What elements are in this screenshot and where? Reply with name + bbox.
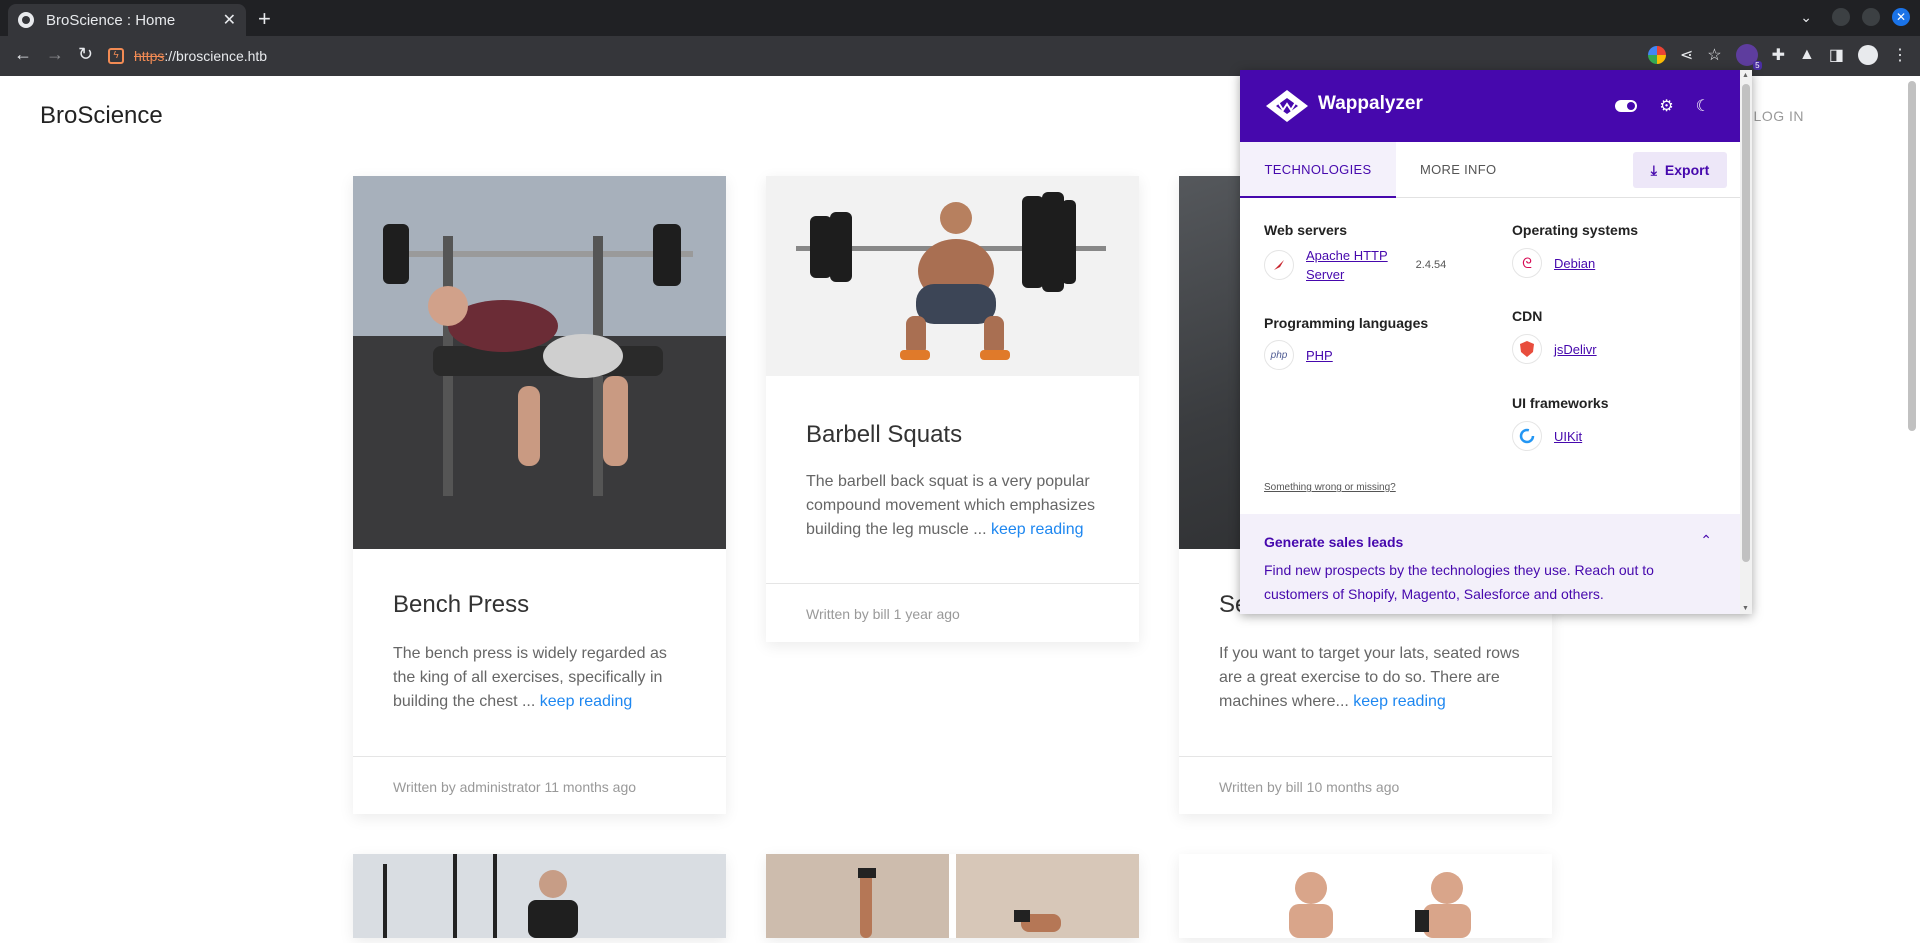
tech-name-line1: Apache HTTP bbox=[1306, 248, 1388, 263]
category-operating-systems: Operating systems bbox=[1512, 222, 1639, 238]
category-ui-frameworks: UI frameworks bbox=[1512, 395, 1609, 411]
tech-apache[interactable]: Apache HTTP Server 2.4.54 bbox=[1264, 246, 1446, 284]
extensions-puzzle-icon[interactable]: ✚ bbox=[1772, 45, 1785, 65]
tab-more-info[interactable]: MORE INFO bbox=[1420, 142, 1496, 198]
post-title[interactable]: Barbell Squats bbox=[806, 421, 962, 449]
site-brand[interactable]: BroScience bbox=[40, 102, 163, 130]
toolbar-icons: ⋖ ☆ 5 ✚ ▲ ◨ ⋮ bbox=[1647, 44, 1908, 70]
post-excerpt: The barbell back squat is a very popular… bbox=[806, 470, 1116, 542]
side-panel-icon[interactable]: ◨ bbox=[1829, 45, 1844, 65]
wappalyzer-title: Wappalyzer bbox=[1318, 93, 1423, 114]
php-icon: php bbox=[1264, 340, 1294, 370]
profile-avatar[interactable] bbox=[1858, 45, 1878, 65]
tab-search-icon[interactable]: ⌄ bbox=[1800, 9, 1812, 26]
something-wrong-link[interactable]: Something wrong or missing? bbox=[1264, 482, 1396, 493]
category-cdn: CDN bbox=[1512, 308, 1543, 324]
flask-icon[interactable]: ▲ bbox=[1799, 46, 1815, 64]
post-footer: Written by administrator 11 months ago bbox=[353, 756, 726, 814]
forward-icon[interactable]: → bbox=[46, 44, 64, 65]
keep-reading-link[interactable]: keep reading bbox=[1353, 693, 1446, 710]
export-label: Export bbox=[1664, 162, 1710, 178]
barbell-squats-image bbox=[766, 176, 1139, 376]
tech-uikit[interactable]: UIKit bbox=[1512, 421, 1582, 451]
post-card-image-gym[interactable] bbox=[353, 854, 726, 938]
wappalyzer-popup: Wappalyzer ⚙ ☾ TECHNOLOGIES MORE INFO ⤓ … bbox=[1240, 70, 1752, 614]
browser-tab[interactable]: BroScience : Home ✕ bbox=[8, 4, 246, 36]
login-link[interactable]: LOG IN bbox=[1754, 108, 1804, 124]
tech-name[interactable]: jsDelivr bbox=[1554, 340, 1597, 359]
tech-php[interactable]: php PHP bbox=[1264, 340, 1333, 370]
tech-version: 2.4.54 bbox=[1415, 259, 1447, 271]
browser-tab-bar: BroScience : Home ✕ + ⌄ ✕ bbox=[0, 0, 1920, 36]
post-card-barbell-squats: Barbell Squats The barbell back squat is… bbox=[766, 176, 1139, 642]
tech-debian[interactable]: ᘓ Debian bbox=[1512, 248, 1595, 278]
extension-badge: 5 bbox=[1753, 61, 1762, 70]
category-programming-languages: Programming languages bbox=[1264, 315, 1429, 331]
post-excerpt: The bench press is widely regarded as th… bbox=[393, 642, 693, 714]
post-card-image-curl[interactable] bbox=[1179, 854, 1552, 938]
tech-name-line2: Server bbox=[1306, 267, 1345, 282]
post-card-image-dumbbell-fly[interactable] bbox=[766, 854, 1139, 938]
debian-swirl-icon: ᘓ bbox=[1512, 248, 1542, 278]
post-card-bench-press: Bench Press The bench press is widely re… bbox=[353, 176, 726, 814]
post-footer: Written by bill 10 months ago bbox=[1179, 756, 1552, 814]
tech-name[interactable]: UIKit bbox=[1554, 427, 1582, 446]
bench-press-image bbox=[353, 176, 726, 549]
chevron-up-icon[interactable]: ⌃ bbox=[1700, 532, 1712, 549]
tech-name[interactable]: PHP bbox=[1306, 346, 1333, 365]
download-icon: ⤓ bbox=[1650, 161, 1657, 178]
tech-name[interactable]: Apache HTTP Server bbox=[1306, 246, 1388, 284]
bookmark-star-icon[interactable]: ☆ bbox=[1707, 45, 1721, 65]
jsdelivr-shield-icon bbox=[1512, 334, 1542, 364]
minimize-button[interactable] bbox=[1832, 8, 1850, 26]
tab-technologies[interactable]: TECHNOLOGIES bbox=[1240, 142, 1396, 198]
keep-reading-link[interactable]: keep reading bbox=[540, 693, 633, 710]
new-tab-button[interactable]: + bbox=[258, 6, 271, 32]
post-title[interactable]: Bench Press bbox=[393, 591, 529, 619]
settings-gear-icon[interactable]: ⚙ bbox=[1659, 96, 1673, 116]
popup-scrollbar[interactable]: ▲ ▼ bbox=[1740, 70, 1752, 614]
scroll-thumb[interactable] bbox=[1908, 81, 1916, 431]
window-controls: ⌄ ✕ bbox=[1800, 8, 1910, 26]
post-excerpt: If you want to target your lats, seated … bbox=[1219, 642, 1529, 714]
keep-reading-link[interactable]: keep reading bbox=[991, 521, 1084, 538]
wappalyzer-header-icons: ⚙ ☾ bbox=[1615, 96, 1710, 116]
popup-scroll-thumb[interactable] bbox=[1742, 84, 1750, 562]
leads-text: Find new prospects by the technologies t… bbox=[1264, 562, 1654, 602]
menu-icon[interactable]: ⋮ bbox=[1892, 45, 1908, 65]
sales-leads-panel: Generate sales leads ⌃ Find new prospect… bbox=[1240, 514, 1740, 614]
page-scrollbar[interactable] bbox=[1908, 81, 1918, 431]
reload-icon[interactable]: ↻ bbox=[78, 44, 93, 65]
globe-icon bbox=[18, 12, 34, 28]
dark-mode-moon-icon[interactable]: ☾ bbox=[1696, 96, 1710, 116]
wappalyzer-extension-icon[interactable]: 5 bbox=[1735, 44, 1762, 70]
tab-close-icon[interactable]: ✕ bbox=[223, 10, 236, 30]
scroll-up-arrow-icon[interactable]: ▲ bbox=[1742, 72, 1749, 79]
tab-title: BroScience : Home bbox=[46, 11, 176, 29]
maximize-button[interactable] bbox=[1862, 8, 1880, 26]
not-secure-icon[interactable]: ϟ bbox=[108, 48, 124, 64]
export-button[interactable]: ⤓ Export bbox=[1633, 152, 1727, 188]
apache-feather-icon bbox=[1264, 250, 1294, 280]
category-web-servers: Web servers bbox=[1264, 222, 1348, 238]
address-bar[interactable]: ϟ https ://broscience.htb bbox=[108, 41, 1588, 71]
enable-toggle[interactable] bbox=[1615, 100, 1638, 112]
close-window-button[interactable]: ✕ bbox=[1892, 8, 1910, 26]
url-scheme: https bbox=[134, 48, 165, 64]
google-icon[interactable] bbox=[1647, 46, 1666, 64]
leads-title[interactable]: Generate sales leads bbox=[1264, 534, 1403, 550]
post-footer: Written by bill 1 year ago bbox=[766, 583, 1139, 642]
url-host: ://broscience.htb bbox=[164, 48, 268, 64]
wappalyzer-logo-icon bbox=[1266, 90, 1308, 122]
tech-jsdelivr[interactable]: jsDelivr bbox=[1512, 334, 1597, 364]
scroll-down-arrow-icon[interactable]: ▼ bbox=[1742, 605, 1749, 612]
wappalyzer-header: Wappalyzer ⚙ ☾ bbox=[1240, 70, 1740, 142]
tech-name[interactable]: Debian bbox=[1554, 254, 1595, 273]
back-icon[interactable]: ← bbox=[14, 44, 32, 65]
share-icon[interactable]: ⋖ bbox=[1680, 45, 1693, 65]
uikit-icon bbox=[1512, 421, 1542, 451]
